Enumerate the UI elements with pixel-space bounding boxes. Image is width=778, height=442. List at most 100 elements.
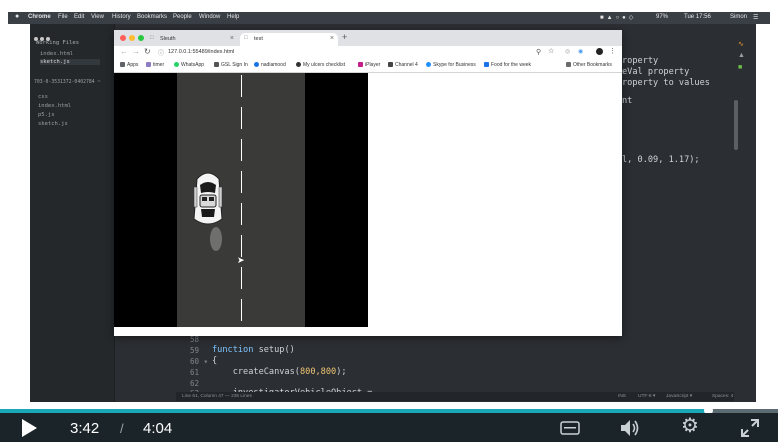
code-fragment-3: roperty to values [622, 78, 710, 88]
bookmark-label: Other Bookmarks [573, 62, 612, 68]
menu-people[interactable]: People [173, 14, 192, 20]
working-file-sketch[interactable]: sketch.js [40, 59, 100, 65]
skype-icon [426, 62, 431, 67]
captions-icon[interactable] [560, 421, 580, 436]
url-text[interactable]: 127.0.0.1:55489/index.html [168, 49, 234, 55]
search-icon[interactable]: ⚲ [536, 48, 541, 56]
project-label[interactable]: 703-0-3531372-0402784 ~ [34, 80, 100, 85]
bookmark-other[interactable]: Other Bookmarks [566, 62, 612, 68]
bookmark-ulcers[interactable]: My ulcers checklist [296, 62, 345, 68]
editor-scrollbar[interactable] [734, 100, 738, 150]
menu-edit[interactable]: Edit [74, 14, 84, 20]
menu-bookmarks[interactable]: Bookmarks [137, 14, 167, 20]
lane-marking [241, 171, 242, 193]
page-viewport[interactable]: ➤ [114, 73, 622, 336]
profile-avatar[interactable] [596, 48, 603, 55]
reload-icon[interactable]: ↻ [144, 47, 151, 56]
app-menu[interactable]: Chrome [28, 14, 51, 20]
code-text: setup() [253, 345, 295, 355]
bookmark-gsl[interactable]: GSL Sign In [214, 62, 248, 68]
user-name[interactable]: Simon [730, 14, 747, 20]
status-icons[interactable]: ■▲○●◇ [600, 14, 636, 21]
menu-kebab-icon[interactable]: ⋮ [609, 47, 616, 55]
code-text: createCanvas( [212, 367, 300, 377]
bookmark-label: My ulcers checklist [303, 62, 345, 68]
bookmark-timer[interactable]: timer [146, 62, 164, 68]
bookmark-star-icon[interactable]: ☆ [548, 47, 554, 55]
project-item-p5[interactable]: p5.js [38, 112, 55, 118]
live-preview-icon[interactable]: ∿ [738, 40, 744, 48]
folder-icon [566, 62, 571, 67]
forward-icon[interactable]: → [132, 47, 140, 56]
menu-help[interactable]: Help [227, 14, 239, 20]
volume-icon[interactable] [620, 419, 640, 437]
minimize-window-button[interactable] [129, 35, 135, 41]
extension-icon[interactable]: ◎ [565, 48, 570, 55]
whatsapp-icon [174, 62, 179, 67]
menu-window[interactable]: Window [199, 14, 220, 20]
bookmark-label: GSL Sign In [221, 62, 248, 68]
notification-center-icon[interactable]: ☰ [753, 14, 758, 21]
git-icon[interactable]: ■ [738, 64, 742, 71]
menu-history[interactable]: History [112, 14, 131, 20]
page-icon [214, 62, 219, 67]
bookmark-nadiamood[interactable]: nadiamood [254, 62, 286, 68]
lane-marking [241, 299, 242, 321]
project-item-index[interactable]: index.html [38, 103, 71, 109]
settings-gear-icon[interactable]: ⚙ [681, 416, 699, 436]
keyword-function: function [212, 345, 254, 355]
project-item-css[interactable]: css [38, 94, 48, 100]
lane-marking [241, 107, 242, 129]
menu-file[interactable]: File [58, 14, 68, 20]
info-icon[interactable]: ⓘ [158, 48, 164, 57]
p5-canvas[interactable]: ➤ [114, 73, 368, 327]
bookmark-channel4[interactable]: Channel 4 [388, 62, 418, 68]
clock[interactable]: Tue 17:56 [684, 14, 711, 20]
bookmark-food[interactable]: Food for the week [484, 62, 531, 68]
tab-test[interactable]: □ test × [240, 33, 338, 46]
tab-label: test [254, 36, 263, 42]
spaces-select[interactable]: Spaces: 4 [712, 394, 733, 399]
code-line-60: { [212, 356, 218, 366]
project-item-sketch[interactable]: sketch.js [38, 121, 68, 127]
play-icon[interactable] [20, 419, 38, 437]
line-number: 62 [190, 379, 200, 388]
close-tab-icon[interactable]: × [330, 35, 334, 42]
close-window-button[interactable] [120, 35, 126, 41]
chrome-window: □ Sleuth × □ test × + ← → ↻ ⓘ 127.0.0.1:… [114, 30, 622, 336]
line-number: 61 [190, 368, 200, 377]
bookmark-apps[interactable]: Apps [120, 62, 138, 68]
code-number: 800,800 [299, 367, 337, 377]
line-number: 58 [190, 335, 200, 344]
fullscreen-icon[interactable] [741, 419, 759, 437]
extension-toolbar: ∿ ▲ ■ [735, 38, 751, 78]
bookmark-label: Channel 4 [395, 62, 418, 68]
apple-menu-icon[interactable]: ● [15, 13, 19, 20]
bookmark-iplayer[interactable]: iPlayer [358, 62, 380, 68]
extension-icon[interactable]: ◉ [578, 48, 583, 55]
timer-icon [146, 62, 151, 67]
bookmark-label: timer [153, 62, 165, 68]
battery-percent[interactable]: 97% [656, 14, 668, 20]
bookmark-skype[interactable]: Skype for Business [426, 62, 476, 68]
new-tab-button[interactable]: + [342, 32, 347, 42]
close-tab-icon[interactable]: × [230, 35, 234, 42]
bookmarks-bar: Apps timer WhatsApp GSL Sign In nadiamoo… [114, 59, 622, 73]
bookmark-whatsapp[interactable]: WhatsApp [174, 62, 204, 68]
encoding-select[interactable]: UTF-8 ▾ [638, 394, 655, 399]
back-icon[interactable]: ← [120, 47, 128, 56]
zoom-window-button[interactable] [138, 35, 144, 41]
editor-sidebar: Working Files index.html sketch.js 703-0… [30, 24, 115, 402]
doc-icon [484, 62, 489, 67]
page-icon: □ [150, 35, 154, 41]
mac-menu-bar: ● Chrome File Edit View History Bookmark… [8, 12, 770, 24]
working-file-index[interactable]: index.html [40, 51, 73, 57]
address-bar[interactable]: ⓘ 127.0.0.1:55489/index.html [154, 48, 554, 57]
language-select[interactable]: JavaScript ▾ [666, 394, 692, 399]
tab-sleuth[interactable]: □ Sleuth × [146, 33, 238, 46]
menu-view[interactable]: View [91, 14, 104, 20]
duration: 4:04 [143, 420, 173, 437]
page-icon: □ [244, 35, 248, 41]
extension-icon[interactable]: ▲ [738, 52, 745, 59]
bookmark-label: Food for the week [491, 62, 532, 68]
